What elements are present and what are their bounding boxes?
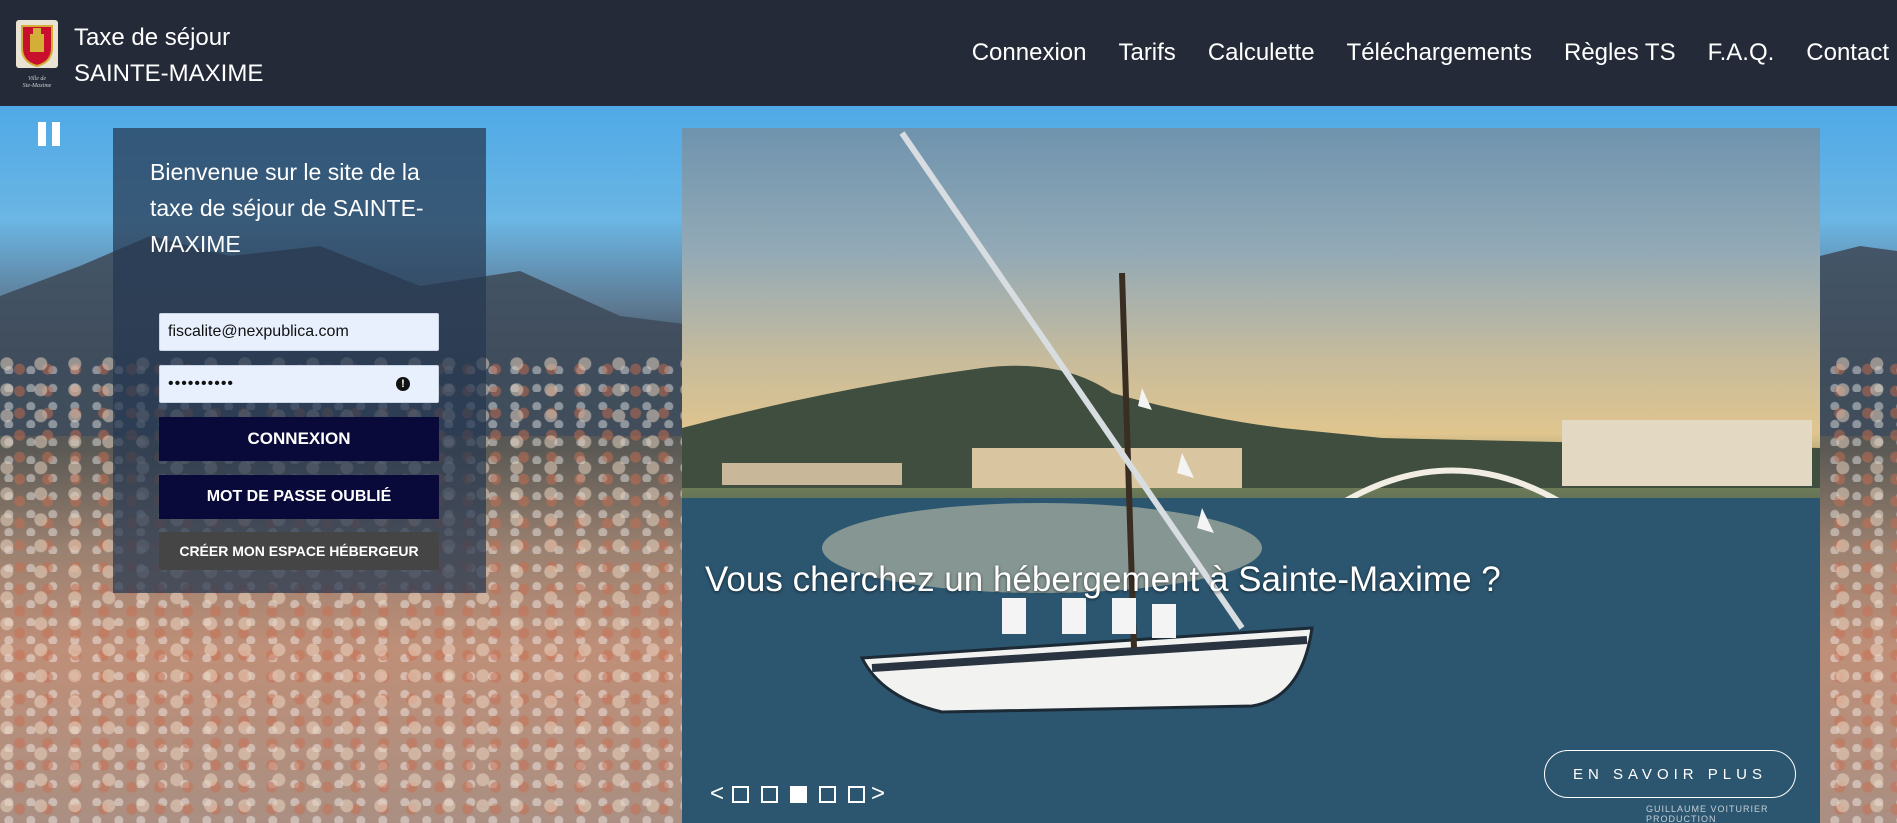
slide-caption: Vous cherchez un hébergement à Sainte-Ma… xyxy=(705,560,1501,599)
welcome-text: Bienvenue sur le site de la taxe de séjo… xyxy=(150,159,424,257)
show-password-icon[interactable]: ! xyxy=(396,377,410,391)
nav-tarifs[interactable]: Tarifs xyxy=(1118,39,1175,67)
nav-telechargements[interactable]: Téléchargements xyxy=(1347,39,1532,67)
photo-credit: GUILLAUME VOITURIER PRODUCTION xyxy=(1646,804,1769,823)
town-crest-logo[interactable]: Ville de Ste-Maxime xyxy=(14,18,60,88)
svg-text:Ville de: Ville de xyxy=(28,76,46,82)
nav-contact[interactable]: Contact xyxy=(1806,39,1889,67)
nav-regles-ts[interactable]: Règles TS xyxy=(1564,39,1676,67)
site-title-line1: Taxe de séjour xyxy=(74,24,231,51)
pause-slideshow-icon[interactable] xyxy=(38,122,62,146)
slide-dot-1[interactable] xyxy=(732,785,749,803)
hero-carousel: Vous cherchez un hébergement à Sainte-Ma… xyxy=(682,128,1820,823)
next-slide-button[interactable]: > xyxy=(871,782,887,806)
main-nav: Connexion Tarifs Calculette Téléchargeme… xyxy=(972,0,1897,106)
login-button[interactable]: CONNEXION xyxy=(159,417,439,461)
sailboat-photo xyxy=(682,131,1820,823)
prev-slide-button[interactable]: < xyxy=(710,782,726,806)
slide-dot-3[interactable] xyxy=(790,785,807,803)
nav-faq[interactable]: F.A.Q. xyxy=(1708,39,1775,67)
top-header: Ville de Ste-Maxime Taxe de séjour SAINT… xyxy=(0,0,1897,106)
email-input[interactable] xyxy=(159,313,439,351)
create-host-account-button[interactable]: CRÉER MON ESPACE HÉBERGEUR xyxy=(159,532,439,570)
learn-more-button[interactable]: EN SAVOIR PLUS xyxy=(1544,750,1796,798)
login-panel: Bienvenue sur le site de la taxe de séjo… xyxy=(113,128,486,593)
carousel-pager: < > xyxy=(710,782,887,806)
slide-dot-4[interactable] xyxy=(819,785,836,803)
forgot-password-button[interactable]: MOT DE PASSE OUBLIÉ xyxy=(159,475,439,519)
site-title[interactable]: Taxe de séjour SAINTE-MAXIME xyxy=(74,20,263,92)
slide-dot-2[interactable] xyxy=(761,785,778,803)
nav-calculette[interactable]: Calculette xyxy=(1208,39,1315,67)
nav-connexion[interactable]: Connexion xyxy=(972,39,1087,67)
site-title-line2: SAINTE-MAXIME xyxy=(74,60,264,87)
slide-dot-5[interactable] xyxy=(848,785,865,803)
svg-text:Ste-Maxime: Ste-Maxime xyxy=(23,83,52,88)
